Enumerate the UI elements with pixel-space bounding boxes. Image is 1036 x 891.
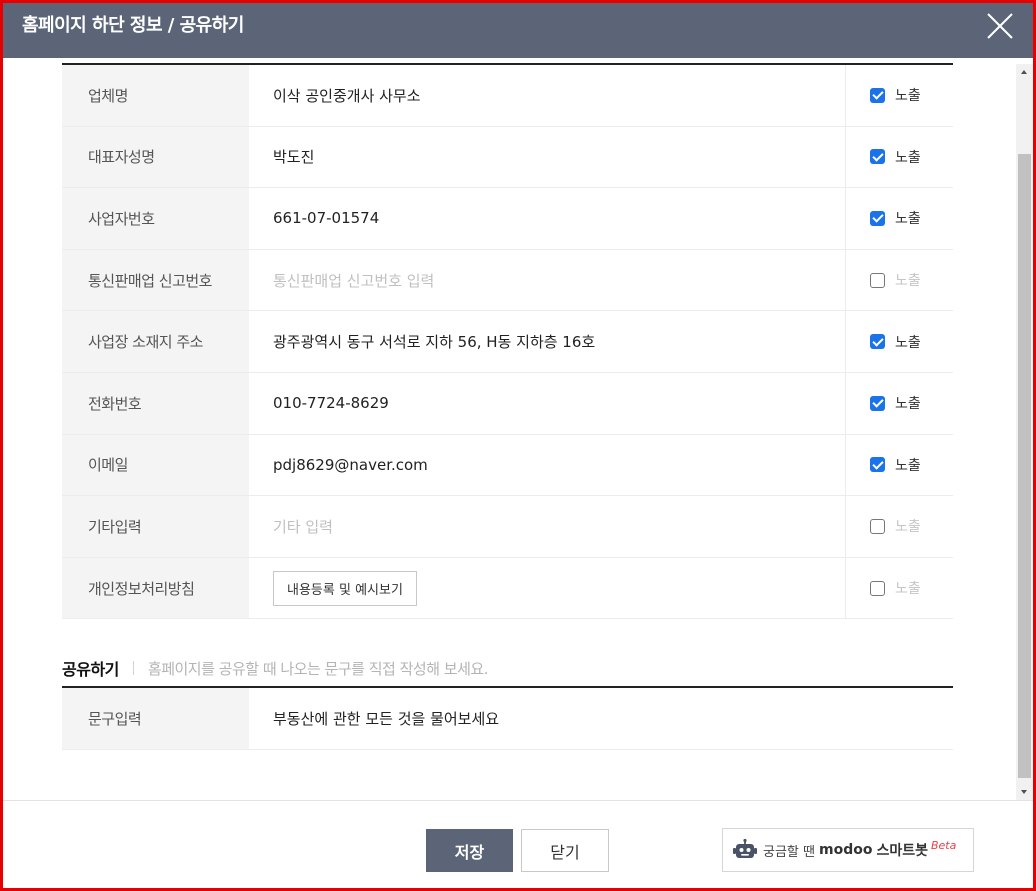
row-label: 문구입력 xyxy=(62,688,249,749)
expose-toggle[interactable]: 노출 xyxy=(845,126,953,188)
row-label: 대표자성명 xyxy=(62,126,249,188)
privacy-policy-cell: 내용등록 및 예시보기 xyxy=(249,558,845,619)
close-dialog-button[interactable]: 닫기 xyxy=(521,829,609,872)
register-preview-button[interactable]: 내용등록 및 예시보기 xyxy=(273,570,417,606)
close-button[interactable] xyxy=(985,11,1015,41)
share-phrase-field[interactable]: 부동산에 관한 모든 것을 물어보세요 xyxy=(249,688,953,749)
close-icon xyxy=(987,13,1013,39)
table-row: 이메일 pdj8629@naver.com 노출 xyxy=(62,434,953,497)
expose-toggle[interactable]: 노출 xyxy=(845,496,953,557)
expose-checkbox[interactable] xyxy=(870,518,885,534)
row-label: 통신판매업 신고번호 xyxy=(62,249,249,311)
table-row: 사업장 소재지 주소 광주광역시 동구 서석로 지하 56, H동 지하층 16… xyxy=(62,311,953,373)
expose-checkbox[interactable] xyxy=(870,580,885,596)
share-section-header: 공유하기 홈페이지를 공유할 때 나오는 문구를 직접 작성해 보세요. xyxy=(62,650,953,688)
expose-toggle[interactable]: 노출 xyxy=(845,311,953,372)
expose-checkbox[interactable] xyxy=(870,210,885,226)
bot-brand: modoo xyxy=(818,842,873,858)
save-button[interactable]: 저장 xyxy=(426,829,513,872)
robot-icon xyxy=(733,838,757,858)
modal-title: 홈페이지 하단 정보 / 공유하기 xyxy=(22,15,244,36)
row-label: 업체명 xyxy=(62,65,249,126)
phone-number-field[interactable]: 010-7724-8629 xyxy=(249,373,845,434)
arrow-down-icon xyxy=(1021,790,1027,794)
expose-checkbox[interactable] xyxy=(870,272,885,288)
expose-label: 노출 xyxy=(895,149,921,166)
share-title: 공유하기 xyxy=(62,660,119,679)
table-row: 통신판매업 신고번호 통신판매업 신고번호 입력 노출 xyxy=(62,249,953,312)
smartbot-button[interactable]: 궁금할 땐 modoo 스마트봇 Beta xyxy=(722,828,974,872)
divider xyxy=(132,661,134,675)
expose-label: 노출 xyxy=(895,519,921,536)
modal-footer: 저장 닫기 궁금할 땐 modoo 스마트봇 Beta xyxy=(3,800,1033,888)
expose-label: 노출 xyxy=(895,581,921,598)
scroll-up-button[interactable] xyxy=(1016,64,1033,80)
expose-label: 노출 xyxy=(895,396,921,413)
beta-badge: Beta xyxy=(930,838,957,852)
business-address-field[interactable]: 광주광역시 동구 서석로 지하 56, H동 지하층 16호 xyxy=(249,311,845,372)
expose-toggle[interactable]: 노출 xyxy=(845,249,953,311)
row-label: 기타입력 xyxy=(62,496,249,557)
expose-label: 노출 xyxy=(895,88,921,105)
table-row: 사업자번호 661-07-01574 노출 xyxy=(62,188,953,250)
table-row: 기타입력 기타 입력 노출 xyxy=(62,496,953,558)
other-input-field[interactable]: 기타 입력 xyxy=(249,496,845,557)
share-row: 문구입력 부동산에 관한 모든 것을 물어보세요 xyxy=(62,688,953,750)
table-row: 업체명 이삭 공인중개사 사무소 노출 xyxy=(62,65,953,127)
expose-toggle[interactable]: 노출 xyxy=(845,372,953,434)
email-field[interactable]: pdj8629@naver.com xyxy=(249,435,845,496)
expose-label: 노출 xyxy=(895,273,921,290)
scroll-thumb[interactable] xyxy=(1018,154,1031,778)
bot-prefix: 궁금할 땐 xyxy=(763,844,815,860)
row-label: 개인정보처리방침 xyxy=(62,557,249,619)
mail-order-number-field[interactable]: 통신판매업 신고번호 입력 xyxy=(249,250,845,311)
scroll-down-button[interactable] xyxy=(1016,784,1033,800)
expose-toggle[interactable]: 노출 xyxy=(845,434,953,496)
table-row: 개인정보처리방침 내용등록 및 예시보기 노출 xyxy=(62,557,953,620)
expose-checkbox[interactable] xyxy=(870,149,885,165)
footer-info-table: 업체명 이삭 공인중개사 사무소 노출 대표자성명 박도진 노출 사업자번호 6… xyxy=(62,63,953,620)
arrow-up-icon xyxy=(1021,70,1027,74)
row-label: 사업자번호 xyxy=(62,188,249,249)
share-description: 홈페이지를 공유할 때 나오는 문구를 직접 작성해 보세요. xyxy=(147,659,489,678)
expose-label: 노출 xyxy=(895,457,921,474)
representative-name-field[interactable]: 박도진 xyxy=(249,127,845,188)
expose-toggle[interactable]: 노출 xyxy=(845,557,953,619)
expose-label: 노출 xyxy=(895,211,921,228)
table-row: 전화번호 010-7724-8629 노출 xyxy=(62,372,953,435)
modal-body: 업체명 이삭 공인중개사 사무소 노출 대표자성명 박도진 노출 사업자번호 6… xyxy=(3,58,1033,800)
row-label: 전화번호 xyxy=(62,372,249,434)
vertical-scrollbar[interactable] xyxy=(1016,64,1033,800)
bot-name: 스마트봇 xyxy=(876,843,928,859)
expose-toggle[interactable]: 노출 xyxy=(845,65,953,126)
business-number-field[interactable]: 661-07-01574 xyxy=(249,188,845,249)
modal-header: 홈페이지 하단 정보 / 공유하기 xyxy=(3,0,1033,58)
table-row: 대표자성명 박도진 노출 xyxy=(62,126,953,189)
expose-checkbox[interactable] xyxy=(870,395,885,411)
company-name-field[interactable]: 이삭 공인중개사 사무소 xyxy=(249,65,845,126)
expose-checkbox[interactable] xyxy=(870,87,885,103)
expose-label: 노출 xyxy=(895,334,921,351)
expose-toggle[interactable]: 노출 xyxy=(845,188,953,249)
expose-checkbox[interactable] xyxy=(870,457,885,473)
row-label: 사업장 소재지 주소 xyxy=(62,311,249,372)
row-label: 이메일 xyxy=(62,434,249,496)
expose-checkbox[interactable] xyxy=(870,334,885,350)
